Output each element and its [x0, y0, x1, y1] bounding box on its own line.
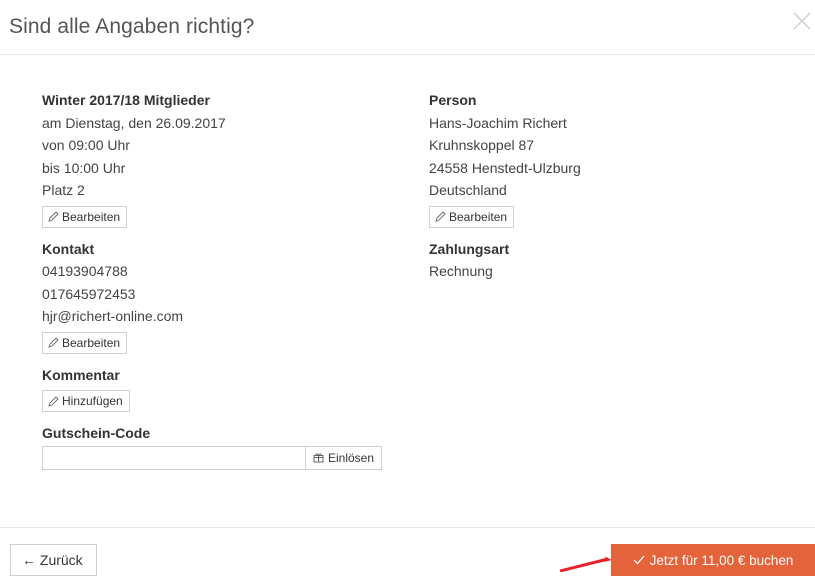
person-country: Deutschland: [429, 182, 507, 198]
edit-booking-label: Bearbeiten: [62, 209, 121, 224]
contact-section: Kontakt 04193904788 017645972453 hjr@ric…: [42, 238, 382, 356]
contact-heading: Kontakt: [42, 240, 95, 257]
redeem-label: Einlösen: [327, 450, 374, 465]
gift-icon: [313, 453, 324, 463]
book-now-button[interactable]: Jetzt für 11,00 € buchen: [611, 544, 815, 576]
booking-place: Platz 2: [42, 182, 85, 198]
pencil-icon: [48, 337, 59, 348]
payment-heading: Zahlungsart: [429, 240, 510, 257]
redeem-button[interactable]: Einlösen: [304, 445, 382, 470]
person-section: Person Hans-Joachim Richert Kruhnskoppel…: [429, 89, 729, 230]
booking-date: am Dienstag, den 26.09.2017: [42, 114, 226, 131]
coupon-input[interactable]: [42, 445, 305, 470]
comment-heading: Kommentar: [42, 366, 120, 383]
pencil-icon: [435, 211, 446, 222]
comment-section: Kommentar Hinzufügen: [42, 364, 382, 415]
pencil-icon: [48, 211, 59, 222]
annotation-arrow-icon: [560, 556, 612, 572]
add-comment-label: Hinzufügen: [62, 394, 123, 408]
payment-section: Zahlungsart Rechnung: [429, 238, 729, 283]
edit-contact-label: Bearbeiten: [62, 335, 121, 350]
back-button[interactable]: ← Zurück: [10, 544, 97, 576]
booking-heading: Winter 2017/18 Mitglieder: [42, 92, 210, 108]
coupon-section: Gutschein-Code Einlösen: [42, 422, 382, 470]
edit-person-label: Bearbeiten: [449, 209, 508, 224]
person-name: Hans-Joachim Richert: [429, 114, 567, 131]
booking-from: von 09:00 Uhr: [42, 137, 130, 153]
back-button-label: ← Zurück: [22, 552, 83, 568]
payment-method: Rechnung: [429, 263, 493, 279]
booking-to: bis 10:00 Uhr: [42, 159, 126, 176]
contact-email: hjr@richert-online.com: [42, 308, 184, 324]
contact-phone2: 017645972453: [42, 285, 136, 302]
person-city: 24558 Henstedt-Ulzburg: [429, 159, 581, 176]
checkmark-icon: [633, 555, 645, 565]
left-column: Winter 2017/18 Mitglieder am Dienstag, d…: [42, 89, 382, 470]
person-street: Kruhnskoppel 87: [429, 137, 535, 153]
footer-divider: [0, 527, 815, 528]
coupon-heading: Gutschein-Code: [42, 425, 151, 441]
add-comment-button[interactable]: Hinzufügen: [42, 390, 130, 412]
person-heading: Person: [429, 92, 477, 108]
pencil-icon: [48, 395, 59, 407]
booking-section: Winter 2017/18 Mitglieder am Dienstag, d…: [42, 89, 382, 230]
edit-contact-button[interactable]: Bearbeiten: [42, 331, 128, 354]
edit-person-button[interactable]: Bearbeiten: [429, 205, 515, 228]
right-column: Person Hans-Joachim Richert Kruhnskoppel…: [429, 89, 729, 283]
edit-booking-button[interactable]: Bearbeiten: [42, 205, 128, 228]
header-divider: [0, 54, 815, 55]
book-now-label: Jetzt für 11,00 € buchen: [649, 552, 794, 568]
close-icon[interactable]: [791, 10, 813, 32]
contact-phone1: 04193904788: [42, 263, 128, 279]
dialog-title: Sind alle Angaben richtig?: [9, 15, 255, 38]
